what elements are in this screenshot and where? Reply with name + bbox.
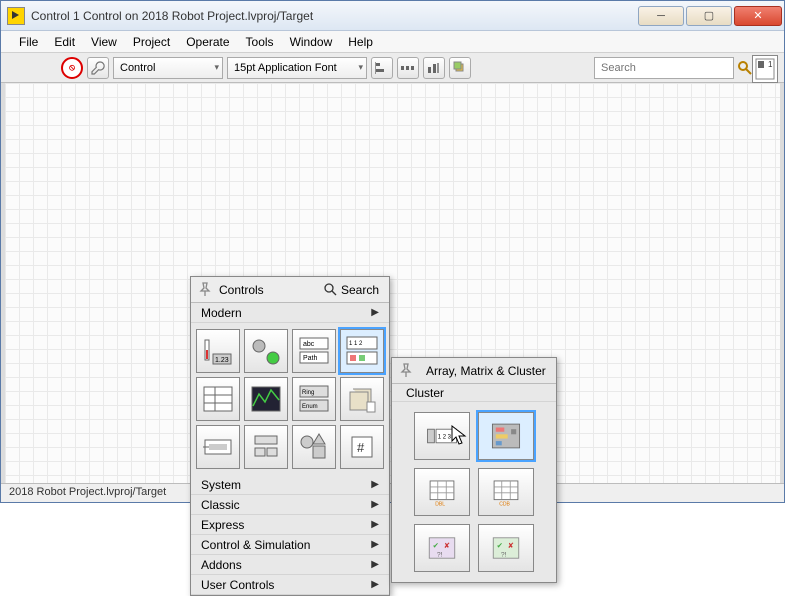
align-objects-button[interactable] (371, 57, 393, 79)
array-matrix-cluster-icon[interactable]: 1 1 2 (340, 329, 384, 373)
svg-text:Enum: Enum (302, 404, 318, 410)
containers-icon[interactable] (340, 377, 384, 421)
decorations-icon[interactable] (292, 425, 336, 469)
chevron-right-icon: ▶ (371, 307, 379, 318)
titlebar: Control 1 Control on 2018 Robot Project.… (1, 1, 784, 31)
palette-category-modern[interactable]: Modern▶ (191, 303, 389, 323)
palette-category-control-simulation[interactable]: Control & Simulation▶ (191, 535, 389, 555)
close-button[interactable]: ✕ (734, 6, 782, 26)
svg-text:1 2 3: 1 2 3 (438, 435, 452, 441)
menu-window[interactable]: Window (282, 33, 341, 51)
palette-category-classic[interactable]: Classic▶ (191, 495, 389, 515)
svg-text:?!: ?! (437, 552, 443, 559)
search-input[interactable] (594, 57, 734, 79)
minimize-button[interactable]: ─ (638, 6, 684, 26)
wrench-icon (91, 61, 105, 75)
distribute-icon (401, 61, 415, 75)
svg-text:✔: ✔ (433, 541, 439, 550)
svg-text:✔: ✔ (497, 541, 503, 550)
pin-icon[interactable] (197, 282, 213, 298)
reorder-button[interactable] (449, 57, 471, 79)
error-in-icon[interactable]: ✔ ✘?! (414, 524, 470, 572)
list-table-icon[interactable] (196, 377, 240, 421)
menu-view[interactable]: View (83, 33, 125, 51)
search-icon (324, 283, 338, 297)
palette-modern-grid: 1.23 abc Path 1 1 2 Ring Enum # (191, 323, 389, 475)
align-icon (375, 61, 389, 75)
abort-button[interactable]: ⦸ (61, 57, 83, 79)
svg-text:abc: abc (303, 341, 315, 348)
pin-icon[interactable] (398, 363, 414, 379)
string-path-icon[interactable]: abc Path (292, 329, 336, 373)
reorder-icon (453, 61, 467, 75)
palette-category-express[interactable]: Express▶ (191, 515, 389, 535)
subpalette-highlight-label: Cluster (392, 384, 556, 402)
refnum-icon[interactable]: # (340, 425, 384, 469)
resize-icon (427, 61, 441, 75)
subpalette-array-matrix-cluster: Array, Matrix & Cluster Cluster 1 2 3 DB… (391, 357, 557, 583)
menu-help[interactable]: Help (340, 33, 381, 51)
ring-enum-icon[interactable]: Ring Enum (292, 377, 336, 421)
palette-title: Controls (219, 283, 320, 297)
maximize-button[interactable]: ▢ (686, 6, 732, 26)
error-out-icon[interactable]: ✔ ✘?! (478, 524, 534, 572)
svg-text:?!: ?! (501, 552, 507, 559)
connector-icon: 1 (755, 58, 775, 80)
toolbar: ⦸ Control 15pt Application Font ? (1, 53, 784, 83)
svg-text:1.23: 1.23 (215, 357, 229, 364)
menubar: File Edit View Project Operate Tools Win… (1, 31, 784, 53)
distribute-objects-button[interactable] (397, 57, 419, 79)
numeric-icon[interactable]: 1.23 (196, 329, 240, 373)
svg-text:Ring: Ring (302, 390, 314, 396)
svg-text:✘: ✘ (508, 541, 515, 550)
window-title: Control 1 Control on 2018 Robot Project.… (31, 9, 638, 23)
svg-text:1: 1 (768, 60, 773, 69)
complex-matrix-icon[interactable]: CDB (478, 468, 534, 516)
resize-objects-button[interactable] (423, 57, 445, 79)
palette-category-user-controls[interactable]: User Controls▶ (191, 575, 389, 595)
graph-icon[interactable] (244, 377, 288, 421)
search-icon (737, 60, 753, 76)
wrench-button[interactable] (87, 57, 109, 79)
variant-class-icon[interactable] (244, 425, 288, 469)
palette-category-system[interactable]: System▶ (191, 475, 389, 495)
svg-text:Path: Path (303, 355, 318, 362)
menu-operate[interactable]: Operate (178, 33, 237, 51)
status-text: 2018 Robot Project.lvproj/Target (9, 486, 166, 498)
cluster-icon[interactable] (478, 412, 534, 460)
controls-palette: Controls Search Modern▶ 1.23 abc Path 1 1… (190, 276, 390, 596)
svg-text:#: # (357, 440, 365, 455)
menu-project[interactable]: Project (125, 33, 178, 51)
svg-text:✘: ✘ (444, 541, 451, 550)
connector-pane[interactable]: 1 (752, 55, 778, 83)
palette-category-addons[interactable]: Addons▶ (191, 555, 389, 575)
svg-text:1 1 2: 1 1 2 (349, 341, 363, 347)
menu-edit[interactable]: Edit (46, 33, 83, 51)
menu-tools[interactable]: Tools (238, 33, 282, 51)
subpalette-title: Array, Matrix & Cluster (426, 364, 550, 378)
real-matrix-icon[interactable]: DBL (414, 468, 470, 516)
type-selector[interactable]: Control (113, 57, 223, 79)
palette-search-button[interactable]: Search (320, 283, 383, 297)
array-icon[interactable]: 1 2 3 (414, 412, 470, 460)
front-panel-canvas[interactable]: Controls Search Modern▶ 1.23 abc Path 1 1… (1, 83, 784, 483)
menu-file[interactable]: File (11, 33, 46, 51)
boolean-icon[interactable] (244, 329, 288, 373)
app-icon (7, 7, 25, 25)
font-selector[interactable]: 15pt Application Font (227, 57, 367, 79)
io-icon[interactable] (196, 425, 240, 469)
